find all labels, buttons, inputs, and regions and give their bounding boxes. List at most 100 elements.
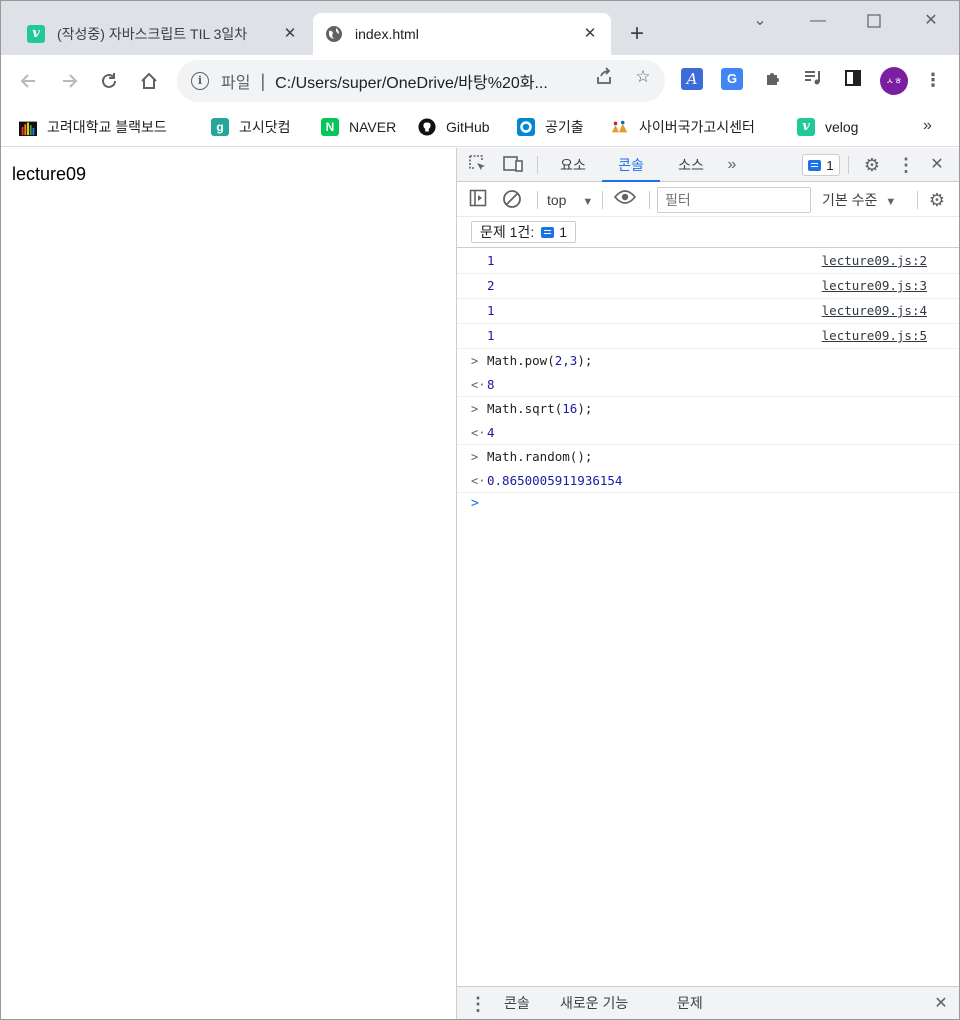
- close-icon[interactable]: ✕: [281, 25, 299, 43]
- media-control-icon[interactable]: [801, 68, 825, 92]
- expr-close: );: [577, 353, 593, 368]
- bookmark-velog[interactable]: v velog: [797, 113, 858, 141]
- log-level-selector[interactable]: 기본 수준 ▼: [822, 189, 896, 211]
- home-button[interactable]: [135, 67, 163, 95]
- filter-input[interactable]: [657, 187, 811, 213]
- console-prompt[interactable]: >: [457, 493, 959, 518]
- info-icon[interactable]: i: [191, 72, 209, 90]
- close-drawer-icon[interactable]: ✕: [930, 993, 952, 1015]
- source-link[interactable]: lecture09.js:3: [822, 274, 927, 298]
- issues-label: 문제 1건:: [480, 224, 535, 240]
- url-text[interactable]: C:/Users/super/OneDrive/바탕%20화...: [275, 69, 591, 93]
- bookmark-gonggichul[interactable]: 공기출: [517, 113, 584, 141]
- console-output: 1 lecture09.js:2 2 lecture09.js:3 1 lect…: [457, 249, 959, 518]
- input-chevron-icon: >: [471, 402, 479, 416]
- bookmark-label: NAVER: [349, 119, 397, 135]
- clear-console-icon[interactable]: [501, 189, 523, 211]
- result-value: 8: [487, 377, 495, 392]
- bookmarks-bar: 고려대학교 블랙보드 g 고시닷컴 N NAVER GitHub 공기출 사이버…: [1, 107, 959, 147]
- issues-button[interactable]: 문제 1건: 1: [471, 221, 577, 243]
- side-panel-icon[interactable]: [841, 68, 865, 92]
- drawer-tab-whats-new[interactable]: 새로운 기능: [560, 987, 628, 1019]
- divider: [848, 156, 849, 174]
- drawer-kebab-icon[interactable]: ⋮: [467, 993, 489, 1015]
- expression[interactable]: Math.sqrt(16);: [487, 397, 592, 421]
- expression[interactable]: Math.pow(2,3);: [487, 349, 592, 373]
- more-tabs-icon[interactable]: »: [721, 154, 743, 176]
- inspect-element-icon[interactable]: [467, 154, 489, 176]
- tab-velog[interactable]: v (작성중) 자바스크립트 TIL 3일차 ✕: [15, 13, 311, 55]
- profile-avatar[interactable]: ㅅㅎ: [880, 67, 908, 95]
- translate-icon[interactable]: G: [721, 68, 745, 92]
- issues-count: 1: [559, 224, 568, 240]
- bars-icon: [19, 118, 37, 136]
- result-value: 0.8650005911936154: [487, 473, 623, 488]
- console-settings-gear-icon[interactable]: ⚙: [926, 189, 948, 211]
- source-link[interactable]: lecture09.js:5: [822, 324, 927, 348]
- browser-window: v (작성중) 자바스크립트 TIL 3일차 ✕ index.html ✕ + …: [0, 0, 960, 1020]
- bookmark-github[interactable]: GitHub: [418, 113, 490, 141]
- divider: |: [260, 70, 266, 91]
- close-window-button[interactable]: ✕: [916, 9, 946, 33]
- drawer-tab-issues[interactable]: 문제: [677, 987, 703, 1019]
- bookmark-blackboard[interactable]: 고려대학교 블랙보드: [19, 113, 167, 141]
- bookmark-label: 사이버국가고시센터: [639, 119, 755, 135]
- context-selector[interactable]: top ▼: [547, 189, 593, 211]
- sidebar-toggle-icon[interactable]: [467, 189, 489, 211]
- forward-button[interactable]: [55, 67, 83, 95]
- tab-elements[interactable]: 요소: [547, 148, 599, 182]
- expr-fn: Math.sqrt(: [487, 401, 563, 416]
- eye-icon[interactable]: [613, 189, 637, 211]
- devtools-tab-bar: 요소 콘솔 소스 » 1 ⚙ ⋮ ✕: [457, 148, 959, 182]
- log-row: 1 lecture09.js:5: [457, 324, 959, 349]
- github-icon: [418, 118, 436, 136]
- tab-search-icon[interactable]: ⌄: [745, 9, 775, 33]
- input-row: > Math.random();: [457, 445, 959, 469]
- new-tab-button[interactable]: +: [623, 21, 651, 49]
- message-icon: [808, 159, 822, 171]
- result-arrow-icon: <·: [471, 474, 486, 488]
- menu-kebab-icon[interactable]: ⋮: [921, 68, 945, 92]
- maximize-button[interactable]: [859, 9, 889, 33]
- input-chevron-icon: >: [471, 354, 479, 368]
- reload-button[interactable]: [95, 67, 123, 95]
- dropdown-arrow-icon: ▼: [582, 196, 594, 208]
- dropdown-arrow-icon: ▼: [885, 196, 897, 208]
- browser-toolbar: i 파일 | C:/Users/super/OneDrive/바탕%20화...…: [1, 55, 959, 107]
- extensions-puzzle-icon[interactable]: [761, 68, 785, 92]
- customize-kebab-icon[interactable]: ⋮: [895, 154, 917, 176]
- close-icon[interactable]: ✕: [581, 25, 599, 43]
- address-bar[interactable]: i 파일 | C:/Users/super/OneDrive/바탕%20화...: [177, 60, 665, 102]
- back-button[interactable]: [15, 67, 43, 95]
- bookmark-naver[interactable]: N NAVER: [321, 113, 396, 141]
- log-level-value: 기본 수준: [822, 192, 878, 208]
- log-value: 2: [487, 278, 495, 293]
- tab-index[interactable]: index.html ✕: [313, 13, 611, 55]
- tab-console[interactable]: 콘솔: [602, 148, 660, 182]
- bookmark-label: velog: [825, 119, 859, 135]
- source-link[interactable]: lecture09.js:4: [822, 299, 927, 323]
- bookmark-cyber-gosi[interactable]: 사이버국가고시센터: [611, 113, 755, 141]
- expression[interactable]: Math.random();: [487, 445, 592, 469]
- issues-bar: 문제 1건: 1: [457, 218, 959, 248]
- velog-icon: v: [797, 118, 815, 136]
- input-row: > Math.pow(2,3);: [457, 349, 959, 373]
- device-toolbar-icon[interactable]: [502, 154, 524, 176]
- issues-badge[interactable]: 1: [802, 154, 840, 176]
- source-link[interactable]: lecture09.js:2: [822, 249, 927, 273]
- font-extension-icon[interactable]: A: [681, 68, 705, 92]
- tab-sources[interactable]: 소스: [665, 148, 717, 182]
- bookmark-star-icon[interactable]: ☆: [632, 66, 654, 88]
- input-chevron-icon: >: [471, 450, 479, 464]
- bookmark-gosi[interactable]: g 고시닷컴: [211, 113, 291, 141]
- close-devtools-icon[interactable]: ✕: [926, 154, 948, 176]
- drawer-tab-console[interactable]: 콘솔: [504, 987, 530, 1019]
- expr-close: );: [577, 449, 593, 464]
- tab-strip: v (작성중) 자바스크립트 TIL 3일차 ✕ index.html ✕ + …: [1, 1, 959, 55]
- more-bookmarks-button[interactable]: »: [923, 117, 932, 135]
- ring-icon: [517, 118, 535, 136]
- minimize-button[interactable]: —: [803, 9, 833, 33]
- result-value: 4: [487, 425, 495, 440]
- share-icon[interactable]: [593, 66, 615, 88]
- settings-gear-icon[interactable]: ⚙: [861, 154, 883, 176]
